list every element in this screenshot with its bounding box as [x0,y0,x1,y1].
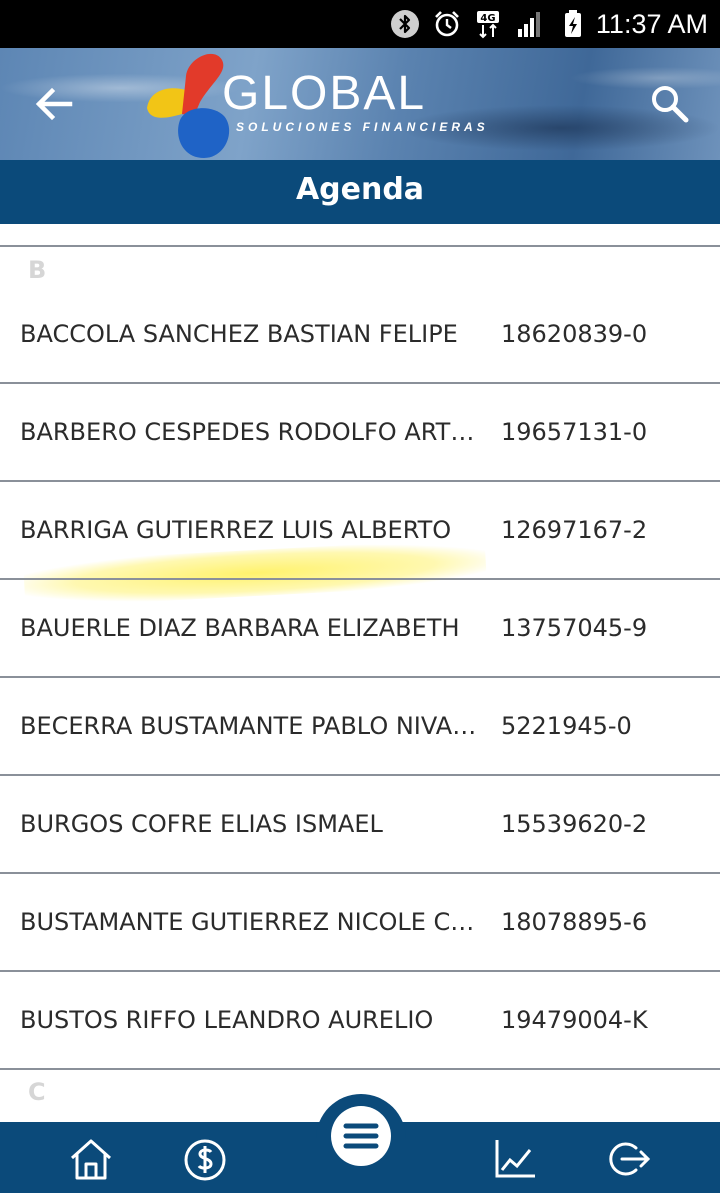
contact-name: BECERRA BUSTAMANTE PABLO NIVAL... [20,712,480,740]
contact-name: BACCOLA SANCHEZ BASTIAN FELIPE [20,320,458,348]
contact-list[interactable]: B BACCOLA SANCHEZ BASTIAN FELIPE 1862083… [0,224,720,1122]
list-item[interactable]: BECERRA BUSTAMANTE PABLO NIVAL... 522194… [0,678,720,776]
battery-charging-icon [565,10,581,37]
list-item[interactable]: BACCOLA SANCHEZ BASTIAN FELIPE 18620839-… [0,286,720,384]
alarm-icon [435,11,459,37]
contact-rut: 18078895-6 [501,908,648,936]
contact-rut: 19479004-K [501,1006,648,1034]
nav-payments-button[interactable] [182,1136,228,1182]
list-item[interactable]: BUSTOS RIFFO LEANDRO AURELIO 19479004-K [0,972,720,1070]
logout-icon [609,1142,651,1176]
nav-stats-button[interactable] [492,1136,538,1182]
contact-name: BUSTAMANTE GUTIERREZ NICOLE CO... [20,908,480,936]
list-item[interactable]: BAUERLE DIAZ BARBARA ELIZABETH 13757045-… [0,580,720,678]
arrow-left-icon [35,87,73,121]
contact-rut: 15539620-2 [501,810,648,838]
list-item[interactable]: BUSTAMANTE GUTIERREZ NICOLE CO... 180788… [0,874,720,972]
contact-name: BUSTOS RIFFO LEANDRO AURELIO [20,1006,434,1034]
contact-rut: 12697167-2 [501,516,648,544]
list-divider [0,245,720,247]
contact-rut: 18620839-0 [501,320,648,348]
logo-tagline: SOLUCIONES FINANCIERAS [236,120,489,134]
page-title: Agenda [0,160,720,224]
contact-rut: 19657131-0 [501,418,648,446]
search-button[interactable] [648,82,692,126]
section-header-b: B [28,256,47,284]
chart-icon [495,1140,535,1178]
list-item[interactable]: BARRIGA GUTIERREZ LUIS ALBERTO 12697167-… [0,482,720,580]
section-header-c: C [28,1078,46,1106]
contact-name: BARRIGA GUTIERREZ LUIS ALBERTO [20,516,452,544]
app-header: GLOBAL SOLUCIONES FINANCIERAS [0,48,720,160]
network-label: 4G [480,13,495,24]
contact-name: BURGOS COFRE ELIAS ISMAEL [20,810,383,838]
signal-icon [518,12,540,37]
dollar-icon [184,1139,226,1181]
back-button[interactable] [30,84,82,124]
nav-home-button[interactable] [68,1136,114,1182]
status-icons: 4G [390,8,588,40]
bluetooth-icon [391,10,419,38]
list-item[interactable]: BARBERO CESPEDES RODOLFO ARTU... 1965713… [0,384,720,482]
home-icon [70,1139,112,1180]
logo-wordmark: GLOBAL [222,67,427,120]
global-logo: GLOBAL SOLUCIONES FINANCIERAS [142,48,492,160]
network-4g-icon: 4G [477,11,499,39]
search-icon [652,86,689,123]
list-item[interactable]: BURGOS COFRE ELIAS ISMAEL 15539620-2 [0,776,720,874]
menu-button-circle [331,1106,391,1166]
contact-rut: 5221945-0 [501,712,632,740]
contact-rut: 13757045-9 [501,614,648,642]
menu-icon [343,1123,379,1149]
contact-name: BARBERO CESPEDES RODOLFO ARTU... [20,418,480,446]
nav-logout-button[interactable] [606,1136,652,1182]
contact-name: BAUERLE DIAZ BARBARA ELIZABETH [20,614,460,642]
status-time: 11:37 AM [595,9,708,39]
status-bar: 4G 11:37 AM [0,0,720,48]
